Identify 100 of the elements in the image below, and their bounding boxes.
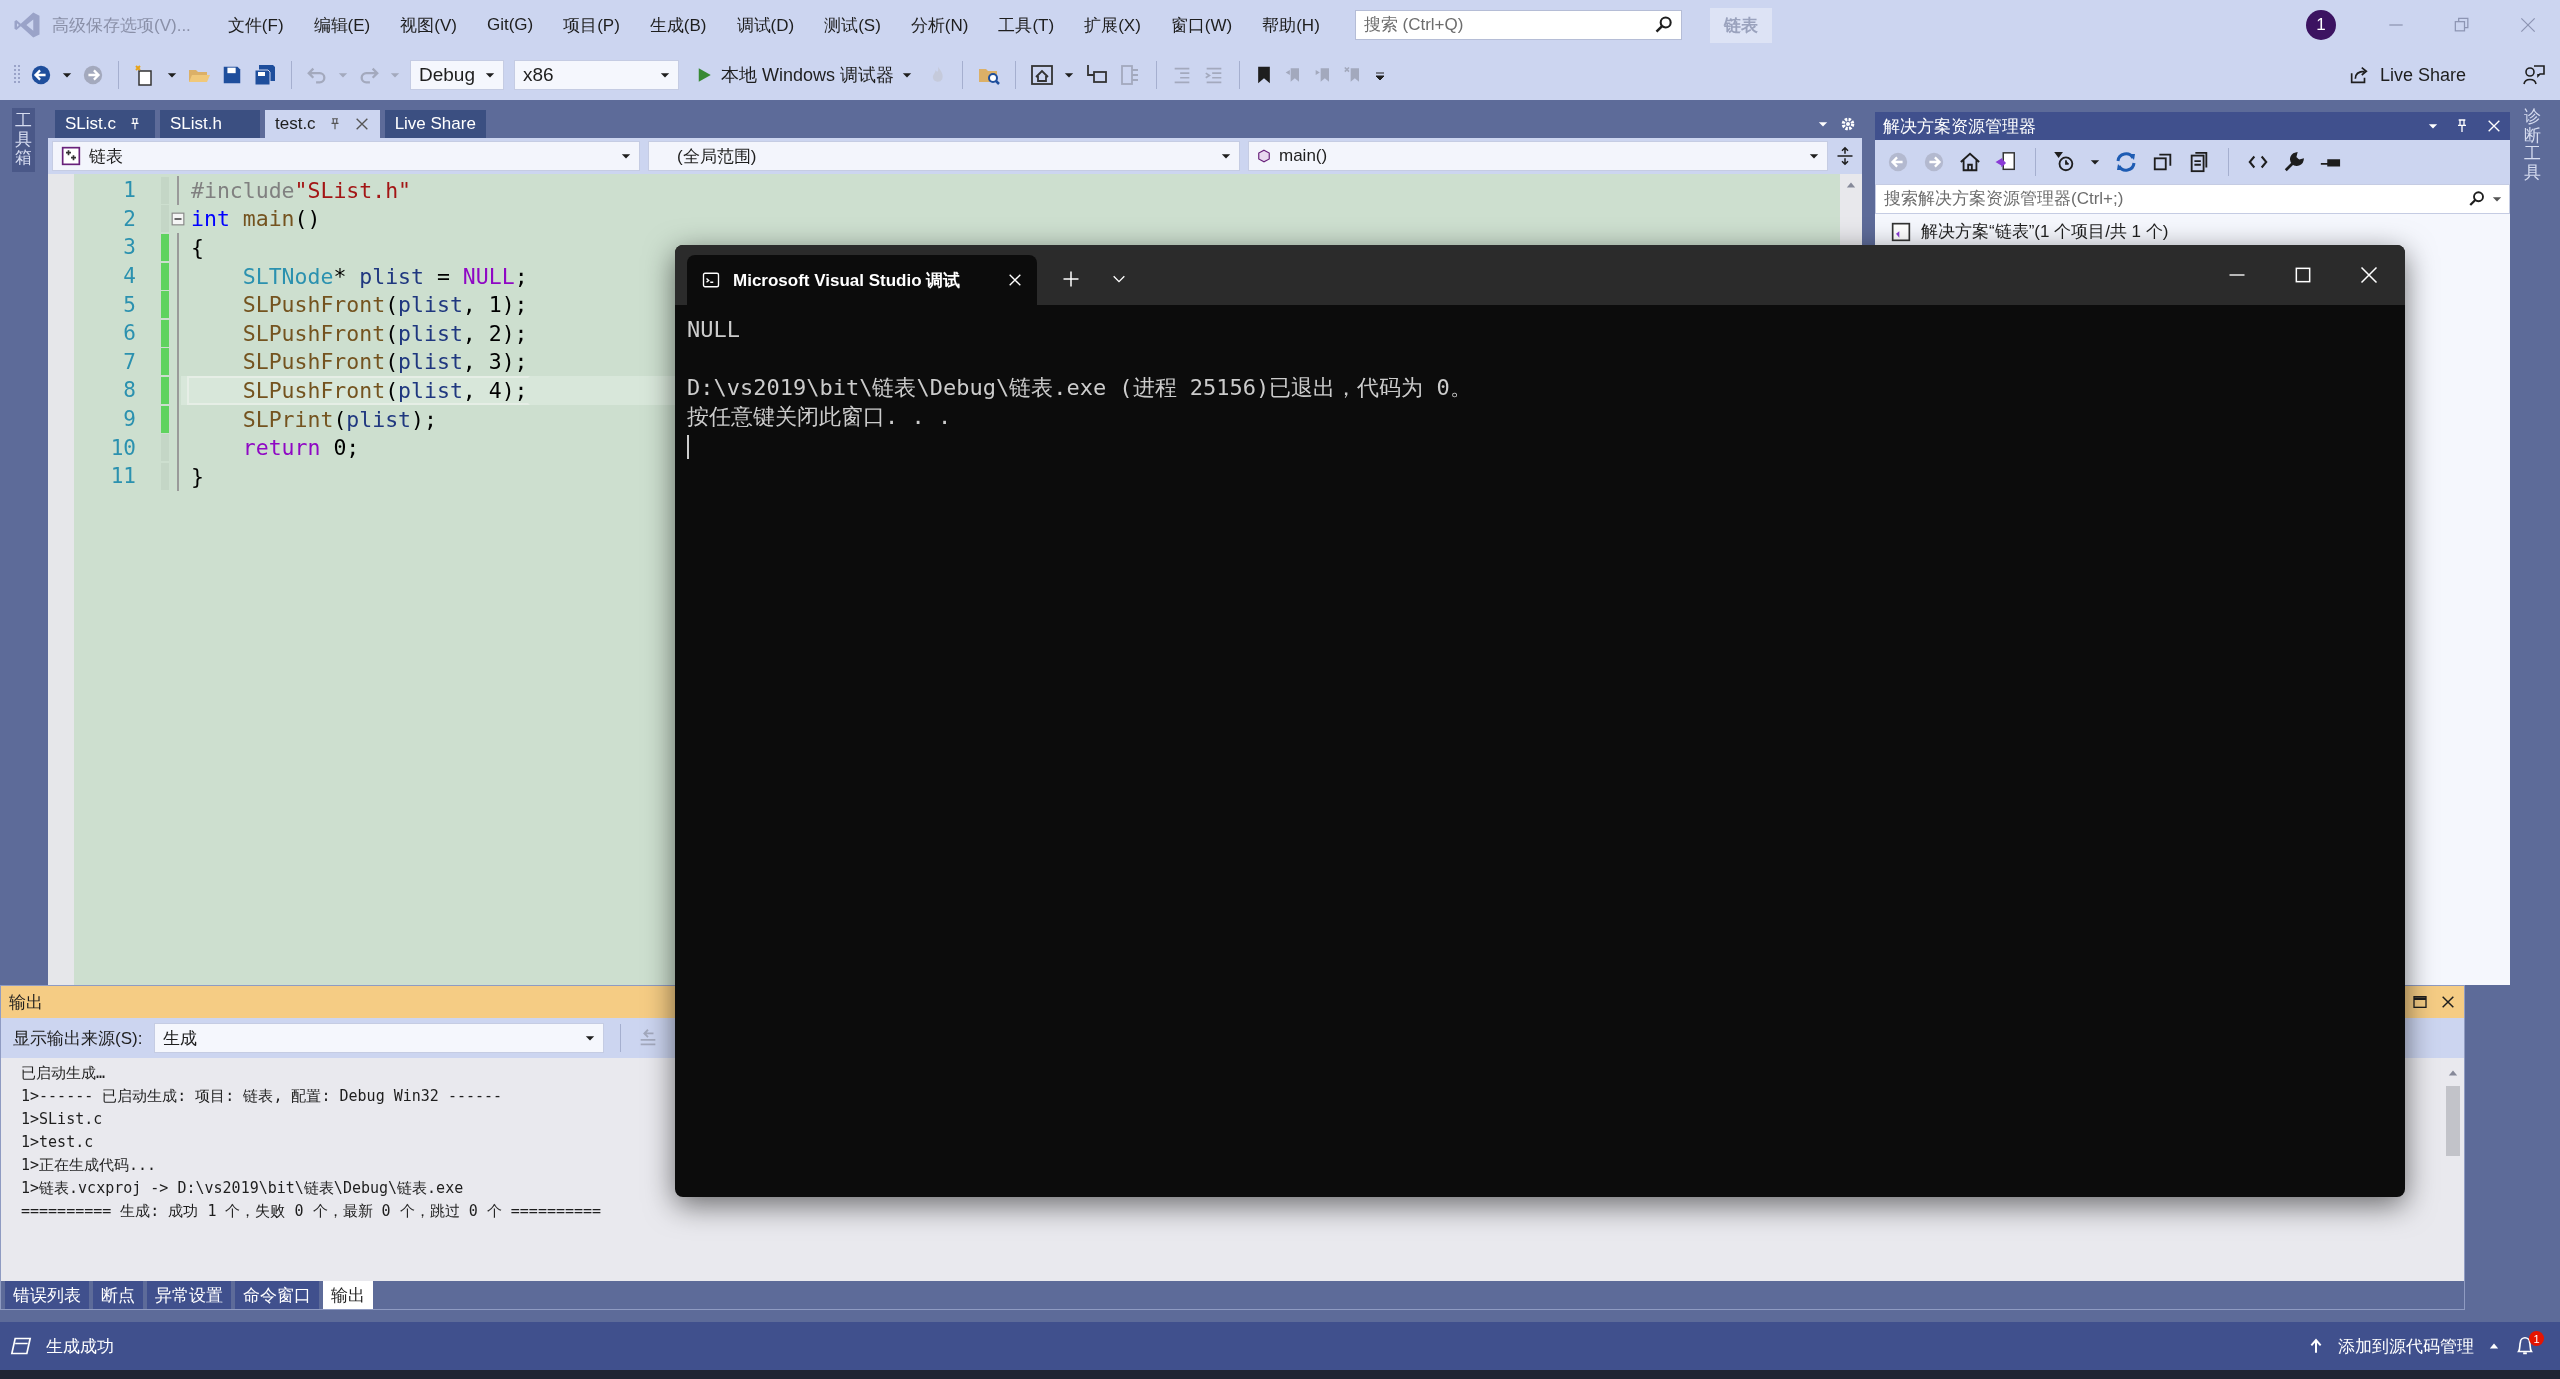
home-window-icon[interactable] — [1030, 63, 1055, 87]
close-icon[interactable] — [2440, 994, 2456, 1010]
menu-item[interactable]: 文件(F) — [212, 9, 299, 41]
source-control-button[interactable]: 添加到源代码管理 — [2338, 1334, 2474, 1358]
member-dropdown[interactable]: main() — [1248, 141, 1828, 171]
output-line: ========== 生成: 成功 1 个，失败 0 个，最新 0 个，跳过 0 个 ========== — [21, 1201, 603, 1222]
output-line: 1>test.c — [21, 1132, 95, 1153]
collapse-all-icon[interactable] — [2152, 151, 2174, 173]
notification-badge: 1 — [2529, 1331, 2544, 1346]
up-arrow-icon[interactable] — [2308, 1337, 2324, 1355]
solution-name-badge: 链表 — [1709, 7, 1772, 43]
wrench-icon[interactable] — [2283, 151, 2305, 173]
toolbox-tab[interactable]: 工具箱 — [12, 108, 35, 173]
editor-tab[interactable]: SList.c — [55, 110, 155, 138]
run-debugger-button[interactable]: 本地 Windows 调试器 — [689, 59, 919, 91]
menu-item[interactable]: 测试(S) — [809, 9, 896, 41]
search-field[interactable]: 搜索 (Ctrl+Q) — [1354, 10, 1682, 40]
panel-tab[interactable]: 输出 — [323, 1281, 373, 1309]
panel-tab[interactable]: 断点 — [93, 1281, 143, 1309]
project-dropdown[interactable]: 链表 — [52, 141, 640, 171]
close-icon[interactable] — [1007, 272, 1023, 288]
menu-item[interactable]: 帮助(H) — [1247, 9, 1335, 41]
back-icon[interactable] — [30, 64, 52, 86]
switch-views-icon[interactable] — [1995, 151, 2017, 173]
caret-icon[interactable] — [62, 70, 72, 80]
diagnostics-tab[interactable]: 诊断工具 — [2524, 108, 2541, 183]
tree-item[interactable]: 解决方案“链表”(1 个项目/共 1 个) — [1921, 220, 2169, 243]
copy-icon[interactable] — [2188, 151, 2210, 173]
dropdown-icon[interactable] — [2428, 121, 2438, 131]
output-source-label: 显示输出来源(S): — [13, 1027, 143, 1050]
plus-icon[interactable] — [1061, 269, 1081, 289]
menu-item[interactable]: 窗口(W) — [1155, 9, 1248, 41]
menu-item[interactable]: 视图(V) — [385, 9, 472, 41]
caret-up-icon[interactable] — [2488, 1341, 2500, 1351]
menu-item[interactable]: Git(G) — [471, 11, 549, 39]
code-line: int main() — [190, 205, 322, 234]
code-line: } — [190, 462, 205, 491]
history-icon[interactable] — [2054, 151, 2076, 173]
caret-icon[interactable] — [1221, 151, 1231, 161]
terminal-icon[interactable] — [701, 271, 721, 289]
panel-tab[interactable]: 异常设置 — [147, 1281, 231, 1309]
menu-item[interactable]: 工具(T) — [983, 9, 1070, 41]
code-line: SLPushFront(plist, 2); — [241, 319, 529, 348]
scrollbar-thumb[interactable] — [2446, 1086, 2460, 1156]
code-line: SLPushFront(plist, 1); — [241, 291, 529, 319]
caret-icon[interactable] — [1064, 70, 1075, 80]
menu-item[interactable]: 项目(P) — [548, 9, 635, 41]
account-badge[interactable]: 1 — [2306, 10, 2336, 40]
save-icon[interactable] — [221, 64, 243, 86]
menu-item[interactable]: 扩展(X) — [1069, 9, 1156, 41]
platform-dropdown[interactable]: x86 — [514, 60, 679, 90]
editor-tab[interactable]: Live Share — [384, 110, 486, 138]
menu-item[interactable]: 调试(D) — [721, 9, 810, 41]
close-icon[interactable] — [2486, 118, 2502, 134]
code-line: #include"SList.h" — [190, 176, 413, 205]
caret-icon[interactable] — [2492, 194, 2502, 204]
scroll-up-icon[interactable] — [1845, 180, 1857, 190]
menu-item[interactable]: 编辑(E) — [298, 9, 386, 41]
output-window-icon[interactable] — [10, 1336, 32, 1356]
editor-tab[interactable]: SList.h — [160, 110, 260, 138]
line-number: 3 — [122, 235, 136, 260]
caret-icon[interactable] — [621, 151, 631, 161]
collapse-icon[interactable] — [171, 211, 185, 226]
save-all-icon[interactable] — [253, 63, 277, 87]
status-message: 生成成功 — [46, 1335, 114, 1358]
scope-dropdown[interactable]: (全局范围) — [648, 141, 1240, 171]
caret-icon[interactable] — [660, 70, 670, 80]
menu-item[interactable]: 分析(N) — [895, 9, 984, 41]
editor-tab[interactable]: test.c — [265, 110, 380, 138]
caret-icon[interactable] — [167, 70, 177, 80]
dropdown-icon[interactable] — [1818, 119, 1828, 129]
search-icon[interactable] — [2468, 190, 2486, 208]
line-number: 7 — [122, 349, 136, 374]
split-icon[interactable] — [1836, 145, 1854, 167]
code-line: SLPushFront(plist, 4); — [187, 376, 530, 405]
menu-item[interactable]: 生成(B) — [634, 9, 722, 41]
gear-icon[interactable] — [1840, 116, 1856, 132]
maximize-icon[interactable] — [2412, 994, 2428, 1010]
output-source-dropdown[interactable]: 生成 — [154, 1023, 605, 1053]
maximize-icon[interactable] — [2293, 265, 2313, 285]
panel-tab[interactable]: 命令窗口 — [235, 1281, 319, 1309]
live-share-button[interactable]: Live Share — [2341, 63, 2472, 87]
caret-icon[interactable] — [1809, 151, 1819, 161]
line-number: 2 — [122, 206, 136, 231]
console-tab[interactable]: Microsoft Visual Studio 调试 — [687, 255, 1037, 305]
caret-icon[interactable] — [2090, 157, 2100, 167]
caret-icon[interactable] — [585, 1033, 596, 1043]
scroll-up-icon[interactable] — [2447, 1068, 2459, 1078]
caret-icon[interactable] — [902, 70, 913, 80]
panel-tab[interactable]: 错误列表 — [5, 1281, 89, 1309]
configuration-dropdown[interactable]: Debug — [410, 60, 504, 90]
home-icon[interactable] — [1959, 151, 1981, 173]
code-line: { — [190, 234, 205, 262]
feedback-icon[interactable] — [2522, 63, 2546, 87]
line-number: 10 — [109, 435, 136, 460]
line-number: 9 — [122, 407, 136, 432]
search-field[interactable]: 搜索解决方案资源管理器(Ctrl+;) — [1875, 184, 2510, 214]
sync-icon[interactable] — [2114, 150, 2138, 174]
search-icon[interactable] — [1653, 15, 1674, 35]
caret-icon[interactable] — [485, 70, 495, 80]
